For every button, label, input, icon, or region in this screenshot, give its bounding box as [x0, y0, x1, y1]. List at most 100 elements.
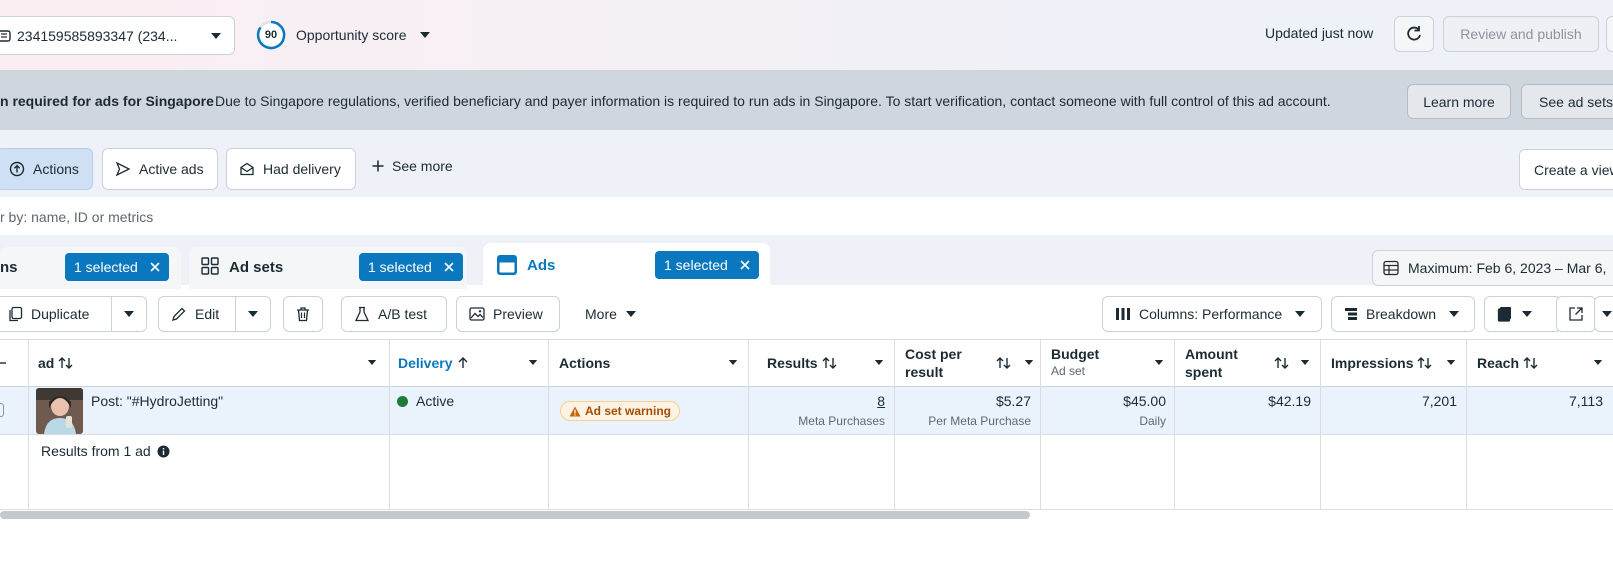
- warning-label: Ad set warning: [585, 404, 672, 418]
- chevron-down-icon: [625, 310, 637, 318]
- chip-had-delivery-label: Had delivery: [263, 161, 341, 177]
- columns-button[interactable]: Columns: Performance: [1102, 296, 1322, 332]
- chevron-down-icon: [728, 359, 738, 366]
- results-total-label: Results from 1 ad: [41, 443, 170, 459]
- ad-sets-selected-pill[interactable]: 1 selected: [359, 253, 463, 281]
- flask-icon: [354, 306, 370, 322]
- export-dropdown[interactable]: [1594, 296, 1613, 332]
- header-ad[interactable]: ad: [38, 339, 383, 387]
- chip-actions-label: Actions: [33, 161, 79, 177]
- more-label: More: [585, 306, 617, 322]
- results-total-text: Results from 1 ad: [41, 443, 151, 459]
- export-button[interactable]: [1556, 296, 1596, 332]
- ad-set-warning-badge[interactable]: Ad set warning: [560, 401, 681, 421]
- close-icon[interactable]: [740, 260, 750, 270]
- learn-more-button[interactable]: Learn more: [1407, 84, 1511, 119]
- chip-had-delivery[interactable]: Had delivery: [226, 148, 356, 190]
- chip-active-ads[interactable]: Active ads: [102, 148, 218, 190]
- header-cost-per-result[interactable]: Cost per result: [905, 339, 1040, 387]
- amount-spent-value: $42.19: [1268, 393, 1311, 409]
- search-filter-bar[interactable]: [0, 197, 1613, 235]
- see-more-label: See more: [392, 158, 453, 174]
- see-more-filters[interactable]: See more: [372, 158, 453, 174]
- updated-status: Updated just now: [1265, 25, 1374, 41]
- impressions-value: 7,201: [1421, 393, 1457, 409]
- chevron-down-icon: [419, 31, 431, 39]
- date-range-picker[interactable]: Maximum: Feb 6, 2023 – Mar 6,: [1372, 250, 1613, 286]
- header-budget[interactable]: Budget Ad set: [1051, 339, 1170, 387]
- review-publish-button[interactable]: Review and publish: [1443, 16, 1599, 52]
- duplicate-label: Duplicate: [31, 306, 90, 322]
- opportunity-score-button[interactable]: 90 Opportunity score: [256, 20, 431, 50]
- chevron-down-icon: [367, 359, 377, 366]
- header-arrow[interactable]: [0, 339, 20, 387]
- edit-label: Edit: [195, 306, 220, 322]
- chevron-down-icon: [1154, 359, 1164, 366]
- header-delivery[interactable]: Delivery: [398, 339, 544, 387]
- chevron-down-icon: [123, 310, 135, 318]
- ads-selected-pill[interactable]: 1 selected: [655, 251, 759, 279]
- breakdown-icon: [1344, 307, 1358, 321]
- edit-dropdown[interactable]: [235, 296, 271, 332]
- header-amount-spent[interactable]: Amount spent: [1185, 339, 1316, 387]
- refresh-button[interactable]: [1394, 16, 1434, 52]
- ads-selected-label: 1 selected: [664, 257, 728, 273]
- info-icon[interactable]: [157, 445, 170, 458]
- more-top-button[interactable]: [1606, 16, 1613, 52]
- more-button[interactable]: More: [572, 296, 648, 332]
- header-actions-label: Actions: [559, 355, 611, 371]
- refresh-icon: [1405, 25, 1423, 43]
- header-results[interactable]: Results: [767, 339, 890, 387]
- see-ad-sets-button[interactable]: See ad sets: [1521, 84, 1613, 119]
- chevron-down-icon: [1448, 310, 1460, 318]
- chevron-down-icon: [1601, 310, 1613, 318]
- campaigns-selected-pill[interactable]: 1 selected: [65, 253, 169, 281]
- reports-button[interactable]: [1484, 296, 1562, 332]
- preview-button[interactable]: Preview: [456, 296, 560, 332]
- chip-active-ads-label: Active ads: [139, 161, 204, 177]
- close-icon[interactable]: [444, 262, 454, 272]
- ab-test-button[interactable]: A/B test: [341, 296, 447, 332]
- calendar-table-icon: [1383, 260, 1399, 276]
- create-view-button[interactable]: Create a view: [1519, 149, 1613, 190]
- header-budget-label: Budget: [1051, 346, 1100, 362]
- ad-thumbnail[interactable]: [36, 388, 83, 434]
- pencil-icon: [171, 306, 187, 322]
- campaigns-selected-label: 1 selected: [74, 259, 138, 275]
- ab-test-label: A/B test: [378, 306, 428, 322]
- active-status-dot: [397, 396, 408, 407]
- edit-button[interactable]: Edit: [158, 296, 236, 332]
- ad-name[interactable]: Post: "#HydroJetting": [91, 393, 223, 409]
- columns-label: Columns: Performance: [1139, 306, 1283, 322]
- grid-icon: [201, 257, 219, 275]
- header-delivery-label: Delivery: [398, 355, 453, 371]
- account-select[interactable]: 234159585893347 (234...: [0, 16, 235, 55]
- row-checkbox[interactable]: [0, 403, 4, 417]
- delete-button[interactable]: [283, 296, 323, 332]
- sort-icon: [1274, 356, 1290, 370]
- results-value[interactable]: 8: [758, 393, 885, 409]
- ad-window-icon: [496, 254, 518, 276]
- duplicate-button[interactable]: Duplicate: [0, 296, 112, 332]
- header-cost-label-2: result: [905, 364, 944, 380]
- search-input[interactable]: r by: name, ID or metrics: [0, 209, 153, 225]
- copy-icon: [7, 306, 23, 322]
- chevron-down-icon: [210, 32, 222, 40]
- duplicate-dropdown[interactable]: [111, 296, 147, 332]
- chip-actions[interactable]: Actions: [0, 148, 93, 190]
- horizontal-scrollbar[interactable]: [0, 511, 1030, 519]
- preview-label: Preview: [493, 306, 543, 322]
- columns-icon: [1115, 307, 1131, 321]
- chevron-down-icon: [528, 359, 538, 366]
- header-impressions[interactable]: Impressions: [1331, 339, 1462, 387]
- budget-value[interactable]: $45.00: [1050, 393, 1166, 409]
- plus-icon: [372, 160, 384, 172]
- report-icon: [1497, 306, 1513, 322]
- close-icon[interactable]: [150, 262, 160, 272]
- account-select-label: 234159585893347 (234...: [17, 27, 178, 44]
- chevron-down-icon: [1300, 359, 1310, 366]
- warning-icon: [569, 406, 581, 417]
- header-reach[interactable]: Reach: [1477, 339, 1609, 387]
- breakdown-button[interactable]: Breakdown: [1331, 296, 1475, 332]
- header-actions[interactable]: Actions: [559, 339, 744, 387]
